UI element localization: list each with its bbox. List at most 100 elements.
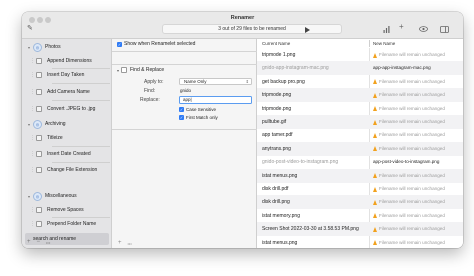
sidebar-item-label: Change File Extension — [47, 167, 98, 173]
new-name-text: Filename will remain unchanged — [379, 78, 445, 84]
warning-icon — [373, 52, 377, 58]
chevron-down-icon[interactable]: ▾ — [117, 68, 119, 73]
more-options-button[interactable]: ••• — [128, 240, 132, 247]
table-row[interactable]: disk drill.pdf Filename will remain uncha… — [257, 182, 463, 196]
group-miscellaneous[interactable]: ▾ ◎ Miscellaneous — [28, 190, 77, 202]
checkmark-icon: ✓ — [179, 115, 184, 120]
add-renamelet-button[interactable]: + — [27, 239, 31, 246]
add-action-button[interactable]: + — [118, 240, 122, 247]
sidebar-item-add-camera-name[interactable]: ⋮ Add Camera Name — [30, 86, 110, 98]
warning-icon — [373, 132, 377, 138]
checkbox-label: Case Sensitive — [186, 107, 217, 112]
checkbox-icon[interactable] — [36, 72, 42, 78]
play-icon[interactable] — [305, 27, 310, 33]
sidebar-icon[interactable] — [440, 26, 449, 35]
warning-icon — [373, 173, 377, 179]
new-name-text: app-post-video-to-instagram.png — [373, 159, 440, 165]
new-name-text: Filename will remain unchanged — [379, 199, 445, 205]
new-name-text: Filename will remain unchanged — [379, 145, 445, 151]
table-row[interactable]: app tamer.pdf Filename will remain unchan… — [257, 128, 463, 142]
new-name-text: Filename will remain unchanged — [379, 119, 445, 124]
checkmark-icon: ✓ — [117, 41, 122, 47]
apply-to-select[interactable]: Name Only ⇕ — [179, 78, 252, 85]
new-name-text: Filename will remain unchanged — [379, 132, 445, 138]
checkbox-icon[interactable] — [36, 135, 42, 141]
sidebar-item-prepend-folder-name[interactable]: ⋮ Prepend Folder Name — [30, 218, 110, 230]
warning-icon — [373, 106, 377, 112]
warning-icon — [373, 213, 377, 219]
sidebar-item-change-file-extension[interactable]: ⋮ Change File Extension — [30, 164, 110, 176]
checkbox-icon[interactable] — [36, 151, 42, 157]
column-header-current[interactable]: Current Name — [262, 39, 290, 48]
sidebar-item-insert-date-created[interactable]: ⋮ Insert Date Created — [30, 148, 110, 160]
table-row[interactable]: get backup pro.png Filename will remain u… — [257, 75, 463, 89]
first-match-checkbox[interactable]: ✓ First Match only — [179, 115, 218, 120]
current-name-cell: disk drill.png — [262, 199, 290, 206]
table-row[interactable]: istat menus.png Filename will remain unch… — [257, 168, 463, 183]
table-row[interactable]: anytrans.png Filename will remain unchang… — [257, 141, 463, 156]
table-row[interactable]: istat memory.png Filename will remain unc… — [257, 209, 463, 223]
sidebar-item-convert-jpeg[interactable]: ⋮ Convert .JPEG to .jpg — [30, 103, 110, 115]
new-name-cell: Filename will remain unchanged — [373, 75, 463, 89]
new-name-cell: Filename will remain unchanged — [373, 169, 463, 183]
plus-icon[interactable]: + — [399, 23, 404, 31]
new-name-text: Filename will remain unchanged — [379, 186, 445, 191]
pencil-icon[interactable]: ✎ — [27, 25, 33, 32]
checkbox-icon[interactable] — [36, 221, 42, 227]
group-label: Miscellaneous — [45, 193, 77, 199]
checkbox-icon[interactable] — [36, 106, 42, 112]
sidebar-item-label: Convert .JPEG to .jpg — [47, 106, 96, 112]
table-row[interactable]: gnido-post-video-to-instagram.png app-pos… — [257, 155, 463, 169]
checkbox-icon[interactable] — [36, 89, 42, 95]
checkbox-icon[interactable] — [36, 58, 42, 64]
table-row[interactable]: tripmode.png Filename will remain unchang… — [257, 88, 463, 103]
find-replace-header[interactable]: ▾ Find & Replace — [117, 67, 164, 73]
table-row[interactable]: tripmode 1.png Filename will remain uncha… — [257, 48, 463, 62]
current-name-cell: gnido-app-instagram-mac.png — [262, 65, 329, 72]
eye-icon[interactable] — [419, 26, 428, 34]
column-header-new[interactable]: New Name — [373, 39, 395, 48]
find-field[interactable]: gnido — [180, 88, 191, 93]
checkbox-icon[interactable] — [36, 167, 42, 173]
sidebar-item-insert-day-taken[interactable]: ⋮ Insert Day Taken — [30, 69, 110, 81]
new-name-text: Filename will remain unchanged — [379, 92, 445, 98]
group-archiving[interactable]: ▾ ◎ Archiving — [28, 118, 66, 130]
remove-renamelet-button[interactable]: − — [37, 239, 41, 246]
divider — [112, 129, 257, 130]
new-name-cell: Filename will remain unchanged — [373, 209, 463, 223]
new-name-text: Filename will remain unchanged — [379, 172, 445, 178]
divider — [112, 64, 257, 65]
column-divider[interactable] — [369, 40, 370, 47]
sidebar-item-append-dimensions[interactable]: ⋮ Append Dimensions — [30, 55, 110, 67]
select-value: Name Only — [184, 79, 207, 84]
warning-icon — [373, 79, 377, 85]
table-row[interactable]: istat menus.png Filename will remain unch… — [257, 236, 463, 248]
case-sensitive-checkbox[interactable]: ✓ Case Sensitive — [179, 107, 216, 112]
current-name-cell: anytrans.png — [262, 145, 291, 152]
table-row[interactable]: pulltube.gif Filename will remain unchang… — [257, 115, 463, 129]
show-when-selected-checkbox[interactable]: ✓ Show when Renamelet selected — [117, 41, 195, 47]
table-row[interactable]: tripmode.png Filename will remain unchang… — [257, 102, 463, 116]
sidebar-item-remove-spaces[interactable]: ⋮ Remove Spaces — [30, 204, 110, 216]
table-row[interactable]: Screen Shot 2022-03-30 at 3.58.53 PM.png… — [257, 222, 463, 237]
warning-icon — [373, 186, 377, 192]
new-name-cell: Filename will remain unchanged — [373, 115, 463, 129]
more-options-button[interactable]: ••• — [46, 239, 50, 246]
table-row[interactable]: gnido-app-instagram-mac.png app-app-insta… — [257, 61, 463, 76]
warning-icon — [373, 226, 377, 232]
sidebar-item-titleize[interactable]: ⋮ Titleize — [30, 132, 110, 144]
checkbox-icon[interactable] — [36, 207, 42, 213]
checkbox-icon[interactable] — [121, 67, 128, 73]
chart-icon[interactable] — [383, 26, 390, 35]
current-name-cell: pulltube.gif — [262, 119, 287, 125]
replace-label: Replace: — [140, 97, 160, 103]
section-title: Find & Replace — [130, 67, 165, 73]
table-row[interactable]: disk drill.png Filename will remain uncha… — [257, 195, 463, 210]
replace-field[interactable]: app| — [179, 96, 252, 104]
title-bar: Renamer ✎ 3 out of 29 files to be rename… — [22, 12, 463, 39]
sidebar-item-label: Insert Date Created — [47, 151, 91, 157]
sidebar-footer: + − ••• — [27, 239, 50, 246]
divider — [112, 51, 257, 52]
group-photos[interactable]: ▾ ◎ Photos — [28, 41, 61, 53]
new-name-cell: app-post-video-to-instagram.png — [373, 155, 463, 169]
